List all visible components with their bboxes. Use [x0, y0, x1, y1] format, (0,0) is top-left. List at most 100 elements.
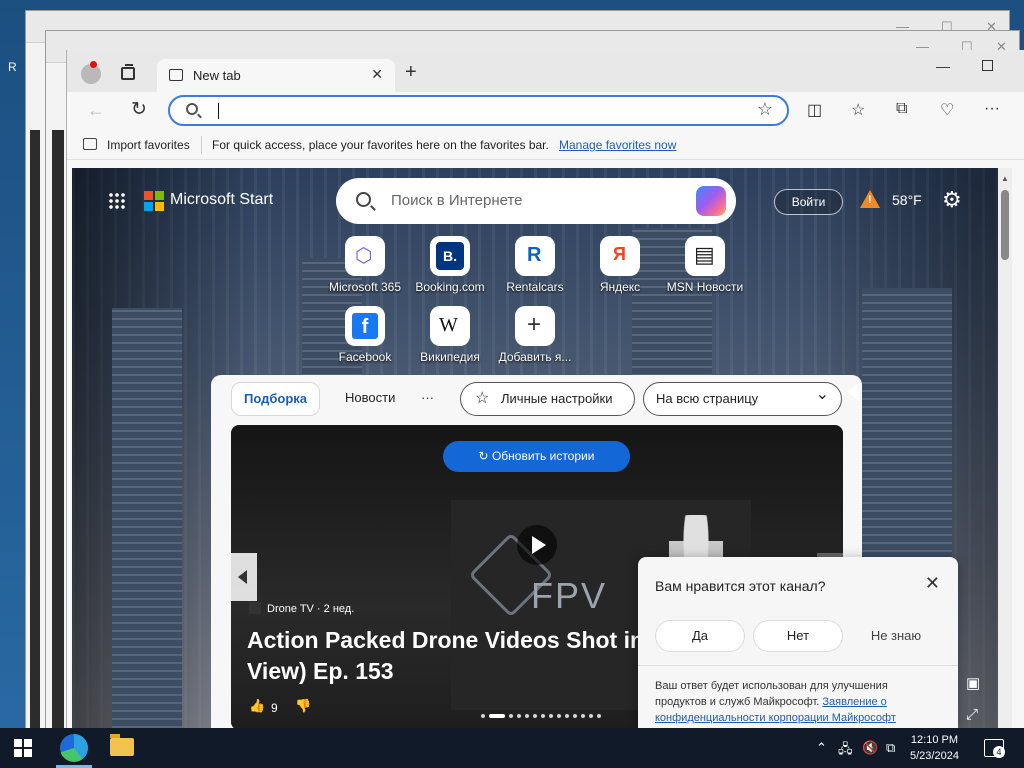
feedback-no-button[interactable]: Нет: [754, 621, 842, 651]
feedback-yes-button[interactable]: Да: [656, 621, 744, 651]
image-icon[interactable]: ▣: [966, 674, 980, 692]
windows-start-icon[interactable]: [14, 739, 32, 757]
hero-logo-text: FPV: [531, 575, 608, 616]
new-tab-button[interactable]: +: [405, 61, 417, 84]
browser-essentials-icon[interactable]: ♡: [940, 100, 954, 120]
scroll-up-arrow-icon[interactable]: ▲: [1001, 174, 1009, 183]
tab-new-tab[interactable]: New tab ✕: [157, 59, 395, 92]
favorites-bar-hint: For quick access, place your favorites h…: [212, 138, 549, 152]
quick-link-label: Добавить я...: [498, 350, 572, 364]
page-scrollbar[interactable]: ▲: [998, 168, 1012, 728]
edge-browser-icon[interactable]: [60, 734, 88, 762]
volume-muted-icon[interactable]: 🔇: [862, 740, 878, 756]
minimize-icon[interactable]: —: [936, 58, 950, 74]
wikipedia-icon: W: [430, 306, 470, 346]
quick-link-label: Microsoft 365: [328, 280, 402, 294]
refresh-icon: ↻: [478, 449, 489, 463]
msn-news-icon: ▤: [685, 236, 725, 276]
manage-favorites-link[interactable]: Manage favorites now: [559, 138, 676, 152]
gear-icon[interactable]: ⚙: [942, 187, 962, 213]
carousel-pagination: [481, 707, 605, 718]
settings-more-icon[interactable]: ···: [984, 100, 1000, 118]
yandex-icon: Я: [600, 236, 640, 276]
tab-actions-icon[interactable]: [121, 64, 135, 80]
quick-link-microsoft-365[interactable]: ⬡ Microsoft 365: [325, 236, 405, 294]
web-search-box[interactable]: Поиск в Интернете: [336, 178, 736, 224]
close-icon[interactable]: ✕: [371, 66, 383, 83]
desktop-icon-label[interactable]: R: [8, 60, 17, 74]
favorites-icon[interactable]: ☆: [851, 100, 865, 120]
refresh-icon[interactable]: ↻: [131, 98, 147, 121]
search-icon: [186, 103, 198, 115]
file-explorer-icon[interactable]: [110, 734, 134, 756]
back-arrow-icon[interactable]: ←: [87, 100, 105, 121]
rentalcars-icon: R: [515, 236, 555, 276]
add-quick-link[interactable]: + Добавить я...: [495, 306, 575, 364]
close-icon[interactable]: ✕: [925, 573, 940, 594]
search-icon: [356, 192, 371, 207]
action-center-icon[interactable]: ⧉: [886, 740, 895, 756]
weather-alert-icon[interactable]: [860, 190, 880, 210]
import-favorites-button[interactable]: Import favorites: [107, 138, 190, 152]
system-clock[interactable]: 12:10 PM 5/23/2024: [910, 732, 959, 764]
quick-link-label: Rentalcars: [506, 280, 564, 294]
sign-in-button[interactable]: Войти: [774, 189, 843, 215]
collections-icon[interactable]: ⧉: [896, 100, 907, 118]
tab-feed-picks[interactable]: Подборка: [231, 382, 321, 416]
favorite-star-icon[interactable]: ☆: [757, 99, 773, 120]
personalize-button[interactable]: Личные настройки: [460, 382, 635, 416]
background-window-edge: [52, 130, 64, 730]
brand-title[interactable]: Microsoft Start: [170, 191, 273, 209]
split-screen-icon[interactable]: ◫: [807, 100, 822, 120]
expand-icon[interactable]: ⤢: [966, 706, 978, 723]
refresh-stories-label: Обновить истории: [491, 449, 595, 463]
refresh-stories-button[interactable]: ↻ Обновить истории: [443, 441, 630, 472]
weather-temperature[interactable]: 58°F: [892, 192, 922, 208]
quick-link-wikipedia[interactable]: W Википедия: [410, 306, 490, 364]
quick-link-msn-news[interactable]: ▤ MSN Новости: [665, 236, 745, 294]
feedback-question: Вам нравится этот канал?: [655, 578, 826, 594]
layout-select[interactable]: На всю страницу: [643, 379, 842, 416]
quick-link-label: Википедия: [420, 350, 480, 364]
quick-link-facebook[interactable]: f Facebook: [325, 306, 405, 364]
notification-count: 4: [993, 746, 1005, 758]
carousel-prev-button[interactable]: [231, 553, 257, 601]
thumbs-up-icon[interactable]: 👍: [249, 698, 265, 714]
clock-date: 5/23/2024: [910, 750, 959, 762]
like-count: 9: [271, 701, 278, 715]
text-caret: [218, 103, 219, 119]
scroll-thumb[interactable]: [1001, 190, 1009, 260]
favorites-bar: Import favorites For quick access, place…: [67, 130, 1024, 160]
divider: [638, 665, 958, 666]
maximize-icon[interactable]: [982, 60, 993, 71]
microsoft-logo-icon: [144, 191, 164, 211]
taskbar: ⌃ 🖧 🔇 ⧉ 12:10 PM 5/23/2024 4: [0, 728, 1024, 768]
quick-link-label: Яндекс: [599, 280, 641, 294]
facebook-icon: f: [345, 306, 385, 346]
profile-avatar-icon[interactable]: [81, 61, 101, 84]
copilot-icon[interactable]: [696, 186, 726, 216]
navigation-toolbar: ← ↻ ☆ ◫ ☆ ⧉ ♡ ···: [67, 92, 1024, 130]
plus-icon: +: [515, 306, 555, 346]
thumbs-down-icon[interactable]: 👎: [295, 698, 311, 714]
channel-feedback-popup: Вам нравится этот канал? ✕ Да Нет Не зна…: [638, 557, 958, 728]
divider: [201, 136, 202, 154]
network-icon[interactable]: 🖧: [838, 740, 853, 762]
quick-link-booking[interactable]: B. Booking.com: [410, 236, 490, 294]
new-tab-page-icon: [169, 69, 183, 81]
address-bar[interactable]: ☆: [168, 95, 789, 126]
feedback-dont-know-button[interactable]: Не знаю: [852, 621, 940, 651]
apps-grid-icon[interactable]: [108, 192, 126, 210]
quick-link-rentalcars[interactable]: R Rentalcars: [495, 236, 575, 294]
quick-link-yandex[interactable]: Я Яндекс: [580, 236, 660, 294]
booking-icon: B.: [430, 236, 470, 276]
background-building: [112, 308, 182, 728]
feedback-note: Ваш ответ будет использован для улучшени…: [655, 678, 925, 726]
quick-link-label: Booking.com: [415, 280, 485, 294]
play-icon[interactable]: [517, 525, 557, 565]
tab-title: New tab: [193, 68, 241, 83]
story-source[interactable]: Drone TV · 2 нед.: [249, 602, 354, 615]
more-tabs-button[interactable]: ···: [421, 382, 434, 416]
chevron-up-icon[interactable]: ⌃: [816, 740, 827, 756]
tab-feed-news[interactable]: Новости: [345, 382, 395, 416]
